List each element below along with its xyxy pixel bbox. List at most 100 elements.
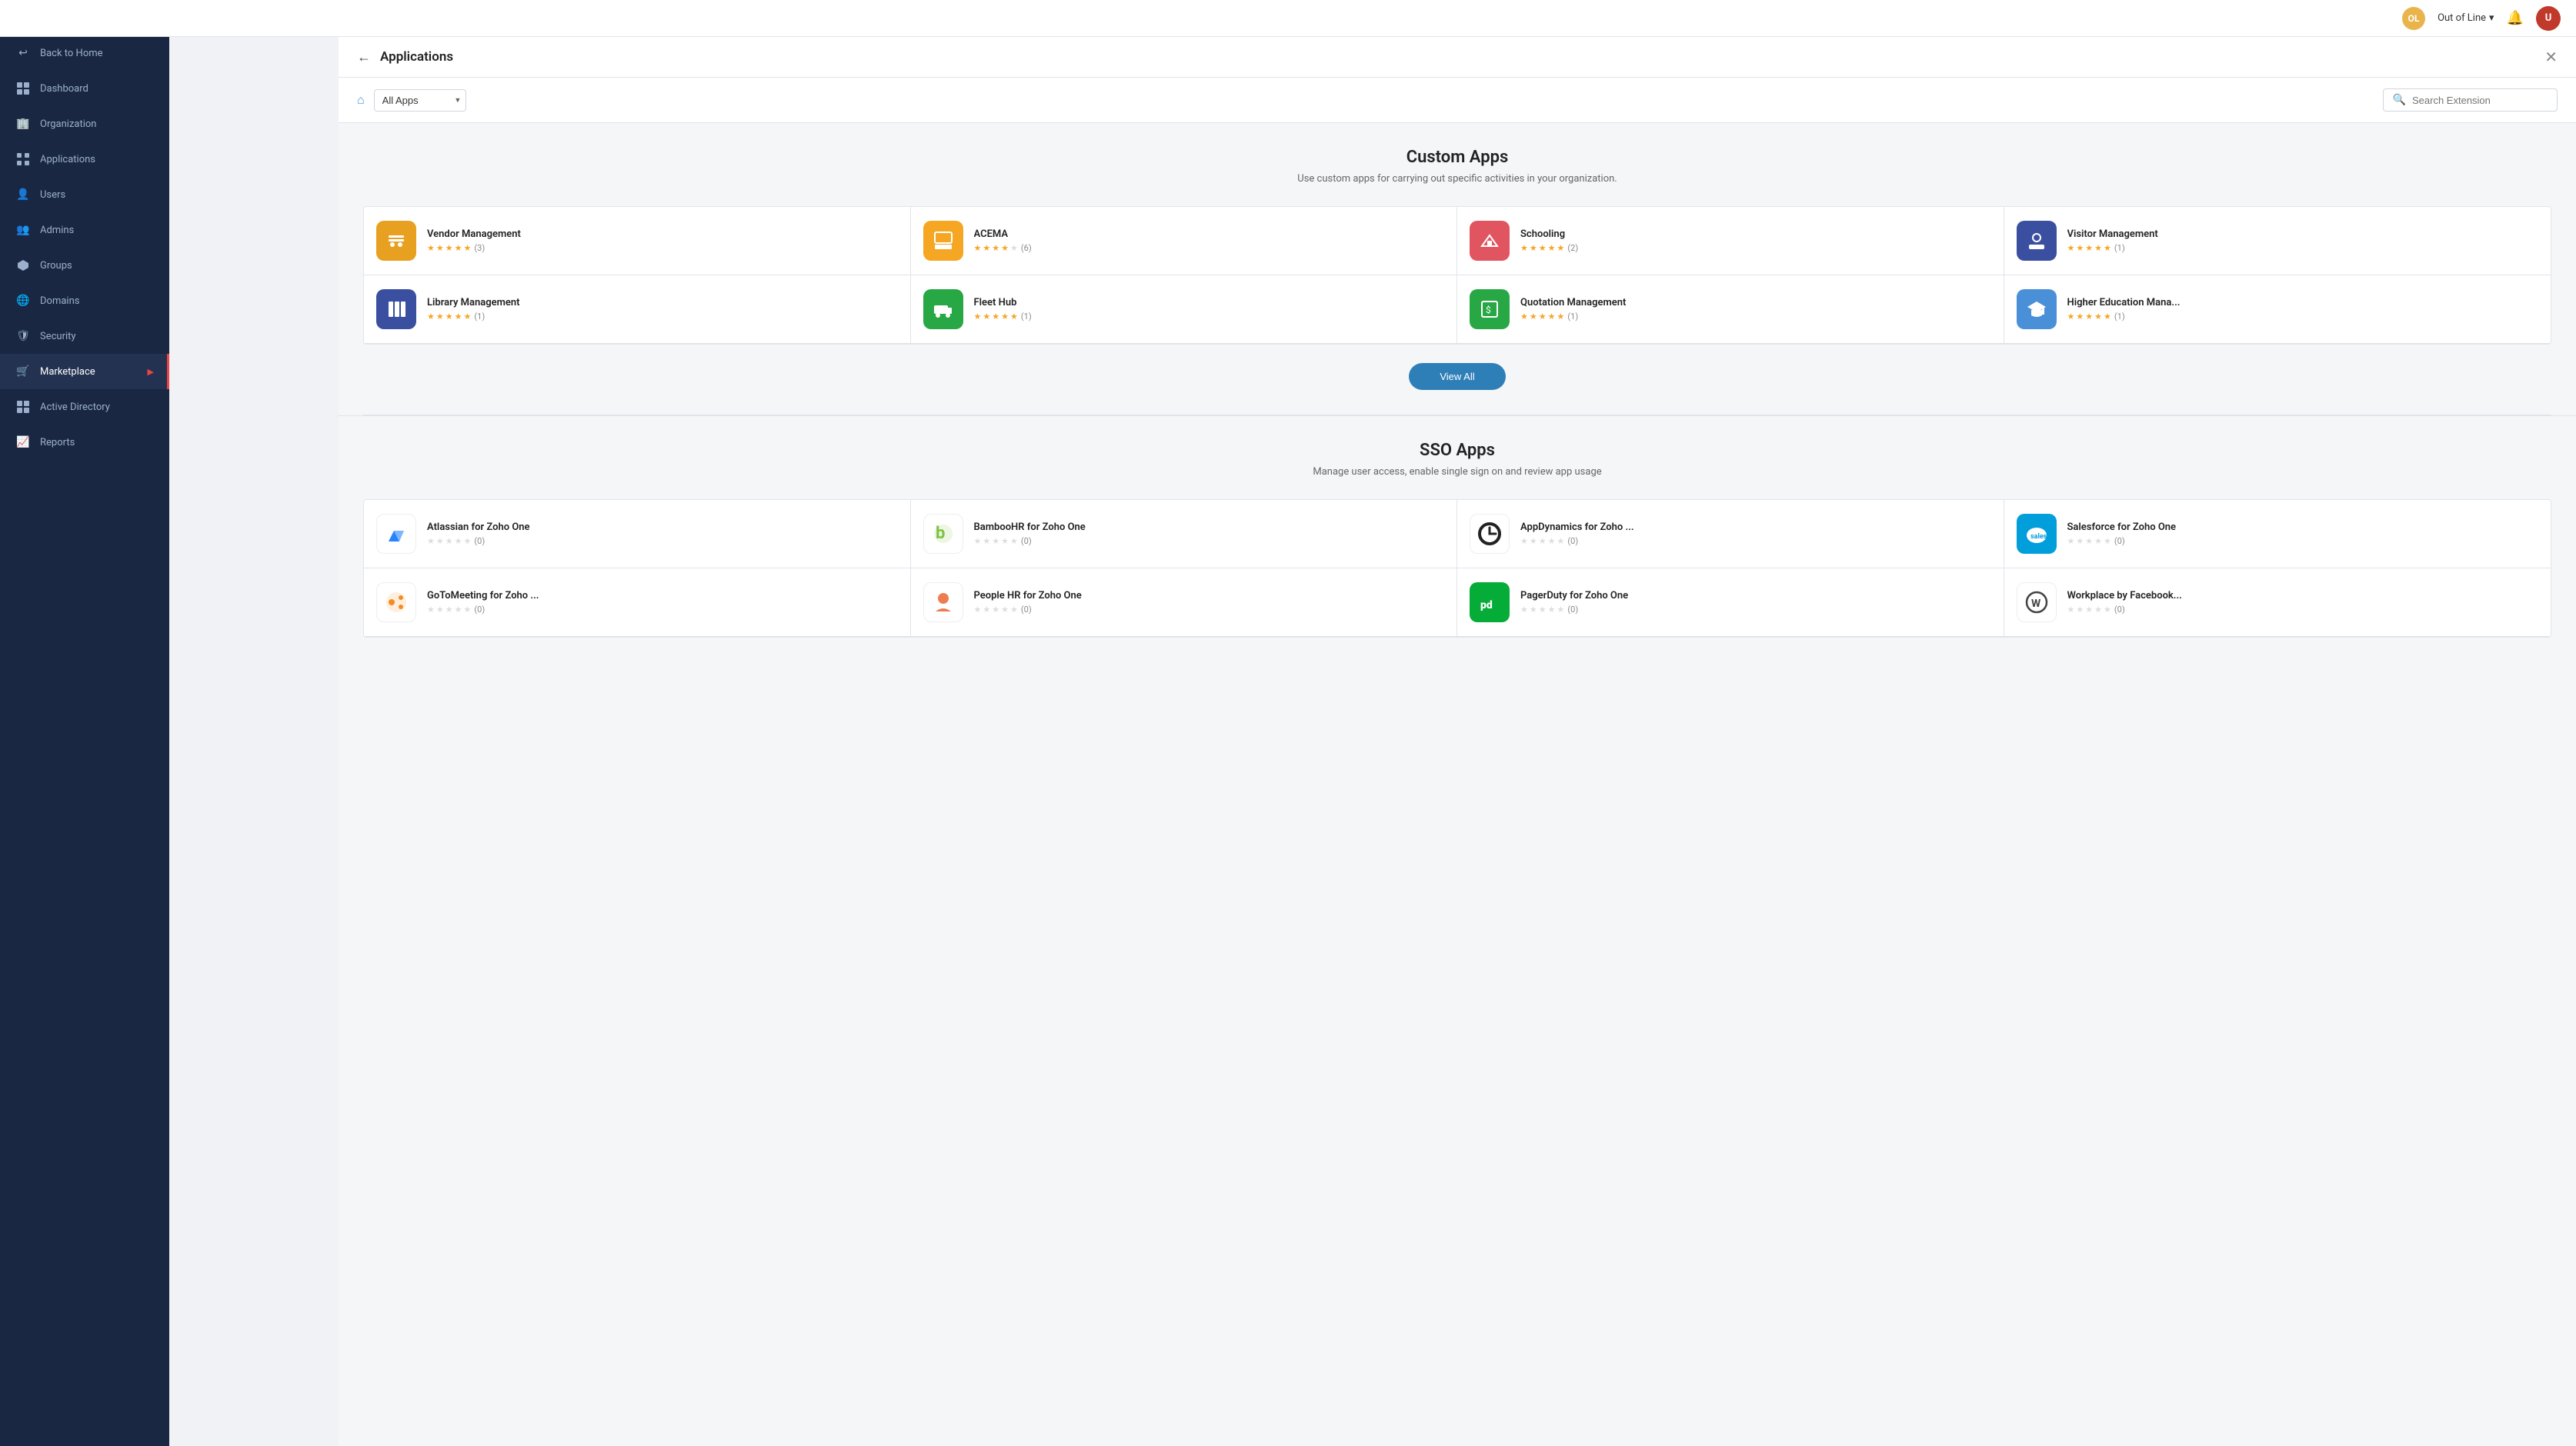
view-all-wrapper: View All: [363, 363, 2551, 390]
user-avatar[interactable]: U: [2536, 6, 2561, 31]
sidebar-item-applications[interactable]: Applications: [0, 142, 169, 177]
star-2: ★: [983, 312, 990, 322]
app-card-schooling[interactable]: Schooling ★ ★ ★ ★ ★ (2): [1457, 207, 2004, 275]
sidebar-item-groups[interactable]: Groups: [0, 248, 169, 283]
app-card-acema[interactable]: ACEMA ★ ★ ★ ★ ★ (6): [911, 207, 1458, 275]
acema-count: (6): [1021, 243, 1032, 253]
app-card-vendor-mgmt[interactable]: Vendor Management ★ ★ ★ ★ ★ (3): [364, 207, 911, 275]
view-all-button[interactable]: View All: [1409, 363, 1505, 390]
filter-home-icon[interactable]: ⌂: [357, 92, 365, 108]
acema-stars: ★ ★ ★ ★ ★ (6): [974, 243, 1445, 253]
org-avatar[interactable]: OL: [2402, 7, 2425, 30]
sidebar-item-dashboard[interactable]: Dashboard: [0, 71, 169, 106]
library-mgmt-info: Library Management ★ ★ ★ ★ ★ (1): [427, 297, 898, 322]
sidebar-item-domains[interactable]: 🌐 Domains: [0, 283, 169, 318]
appdynamics-info: AppDynamics for Zoho ... ★ ★ ★ ★ ★ (0): [1520, 521, 1991, 546]
app-card-higher-edu[interactable]: Higher Education Mana... ★ ★ ★ ★ ★ (1): [2004, 275, 2551, 344]
sidebar-item-active-directory[interactable]: Active Directory: [0, 389, 169, 425]
app-card-salesforce[interactable]: salesforce Salesforce for Zoho One ★ ★ ★…: [2004, 500, 2551, 568]
gotomeeting-stars: ★ ★ ★ ★ ★ (0): [427, 605, 898, 615]
star-4: ★: [455, 536, 462, 546]
star-3: ★: [992, 243, 999, 253]
notification-icon[interactable]: 🔔: [2507, 10, 2524, 26]
star-4: ★: [455, 605, 462, 615]
appdynamics-name: AppDynamics for Zoho ...: [1520, 521, 1991, 533]
schooling-icon: [1470, 221, 1510, 261]
sidebar-item-admins[interactable]: 👥 Admins: [0, 212, 169, 248]
fleet-hub-name: Fleet Hub: [974, 297, 1445, 308]
star-3: ★: [992, 536, 999, 546]
app-card-workplace[interactable]: W Workplace by Facebook... ★ ★ ★ ★ ★ (0): [2004, 568, 2551, 637]
pagerduty-info: PagerDuty for Zoho One ★ ★ ★ ★ ★ (0): [1520, 590, 1991, 615]
sidebar-item-back-home[interactable]: ↩ Back to Home: [0, 35, 169, 71]
star-5: ★: [1010, 536, 1018, 546]
page-back-button[interactable]: ←: [357, 49, 371, 65]
marketplace-icon: 🛒: [15, 364, 31, 379]
domains-label: Domains: [40, 295, 154, 307]
app-card-gotomeeting[interactable]: GoToMeeting for Zoho ... ★ ★ ★ ★ ★ (0): [364, 568, 911, 637]
app-card-appdynamics[interactable]: AppDynamics for Zoho ... ★ ★ ★ ★ ★ (0): [1457, 500, 2004, 568]
pagerduty-icon: pd: [1470, 582, 1510, 622]
app-card-fleet-hub[interactable]: Fleet Hub ★ ★ ★ ★ ★ (1): [911, 275, 1458, 344]
star-1: ★: [2067, 243, 2075, 253]
organization-label: Organization: [40, 118, 154, 130]
star-2: ★: [983, 243, 990, 253]
search-icon: 🔍: [2393, 94, 2406, 106]
app-card-bamboohr[interactable]: b BambooHR for Zoho One ★ ★ ★ ★ ★ (0): [911, 500, 1458, 568]
star-5: ★: [464, 312, 472, 322]
filter-dropdown[interactable]: All Apps Custom Apps SSO Apps: [374, 89, 466, 112]
vendor-mgmt-count: (3): [474, 243, 485, 253]
star-2: ★: [2076, 605, 2084, 615]
active-directory-icon: [15, 399, 31, 415]
star-5: ★: [464, 605, 472, 615]
star-5: ★: [1557, 312, 1565, 322]
sidebar-item-marketplace[interactable]: 🛒 Marketplace ▶: [0, 354, 169, 389]
schooling-name: Schooling: [1520, 228, 1991, 240]
svg-text:W: W: [2031, 598, 2041, 610]
star-4: ★: [455, 312, 462, 322]
sidebar-item-reports[interactable]: 📈 Reports: [0, 425, 169, 460]
fleet-hub-count: (1): [1021, 312, 1032, 322]
schooling-info: Schooling ★ ★ ★ ★ ★ (2): [1520, 228, 1991, 253]
filter-dropdown-wrapper[interactable]: All Apps Custom Apps SSO Apps: [374, 89, 466, 112]
star-5: ★: [1010, 312, 1018, 322]
app-card-peoplehr[interactable]: People HR for Zoho One ★ ★ ★ ★ ★ (0): [911, 568, 1458, 637]
sidebar-item-organization[interactable]: 🏢 Organization: [0, 106, 169, 142]
dashboard-icon: [15, 81, 31, 96]
app-card-quotation-mgmt[interactable]: $ Quotation Management ★ ★ ★ ★ ★ (1): [1457, 275, 2004, 344]
sidebar-item-security[interactable]: 🛡 Security: [0, 318, 169, 354]
star-4: ★: [2094, 312, 2102, 322]
svg-text:b: b: [936, 524, 945, 543]
org-name-label[interactable]: Out of Line ▾: [2438, 12, 2494, 24]
sidebar-item-users[interactable]: 👤 Users: [0, 177, 169, 212]
higher-edu-count: (1): [2114, 312, 2125, 322]
star-1: ★: [1520, 243, 1528, 253]
gotomeeting-name: GoToMeeting for Zoho ...: [427, 590, 898, 601]
sso-apps-subtitle: Manage user access, enable single sign o…: [363, 466, 2551, 478]
app-card-visitor-mgmt[interactable]: Visitor Management ★ ★ ★ ★ ★ (1): [2004, 207, 2551, 275]
reports-label: Reports: [40, 437, 154, 448]
admins-icon: 👥: [15, 222, 31, 238]
page-close-button[interactable]: ✕: [2544, 48, 2558, 66]
star-4: ★: [1548, 243, 1556, 253]
star-2: ★: [1530, 536, 1537, 546]
star-2: ★: [2076, 243, 2084, 253]
pagerduty-count: (0): [1567, 605, 1578, 615]
star-1: ★: [1520, 312, 1528, 322]
star-4: ★: [2094, 605, 2102, 615]
org-dropdown-icon[interactable]: ▾: [2489, 12, 2494, 24]
star-1: ★: [974, 536, 982, 546]
custom-apps-grid: Vendor Management ★ ★ ★ ★ ★ (3): [363, 206, 2551, 345]
workplace-icon: W: [2017, 582, 2057, 622]
app-card-pagerduty[interactable]: pd PagerDuty for Zoho One ★ ★ ★ ★ ★ (0): [1457, 568, 2004, 637]
search-input[interactable]: [2412, 95, 2548, 106]
quotation-mgmt-stars: ★ ★ ★ ★ ★ (1): [1520, 312, 1991, 322]
star-5: ★: [464, 243, 472, 253]
search-box[interactable]: 🔍: [2383, 88, 2558, 112]
back-home-icon: ↩: [15, 45, 31, 61]
star-1: ★: [2067, 312, 2075, 322]
app-card-atlassian[interactable]: Atlassian for Zoho One ★ ★ ★ ★ ★ (0): [364, 500, 911, 568]
star-2: ★: [2076, 312, 2084, 322]
atlassian-info: Atlassian for Zoho One ★ ★ ★ ★ ★ (0): [427, 521, 898, 546]
app-card-library-mgmt[interactable]: Library Management ★ ★ ★ ★ ★ (1): [364, 275, 911, 344]
